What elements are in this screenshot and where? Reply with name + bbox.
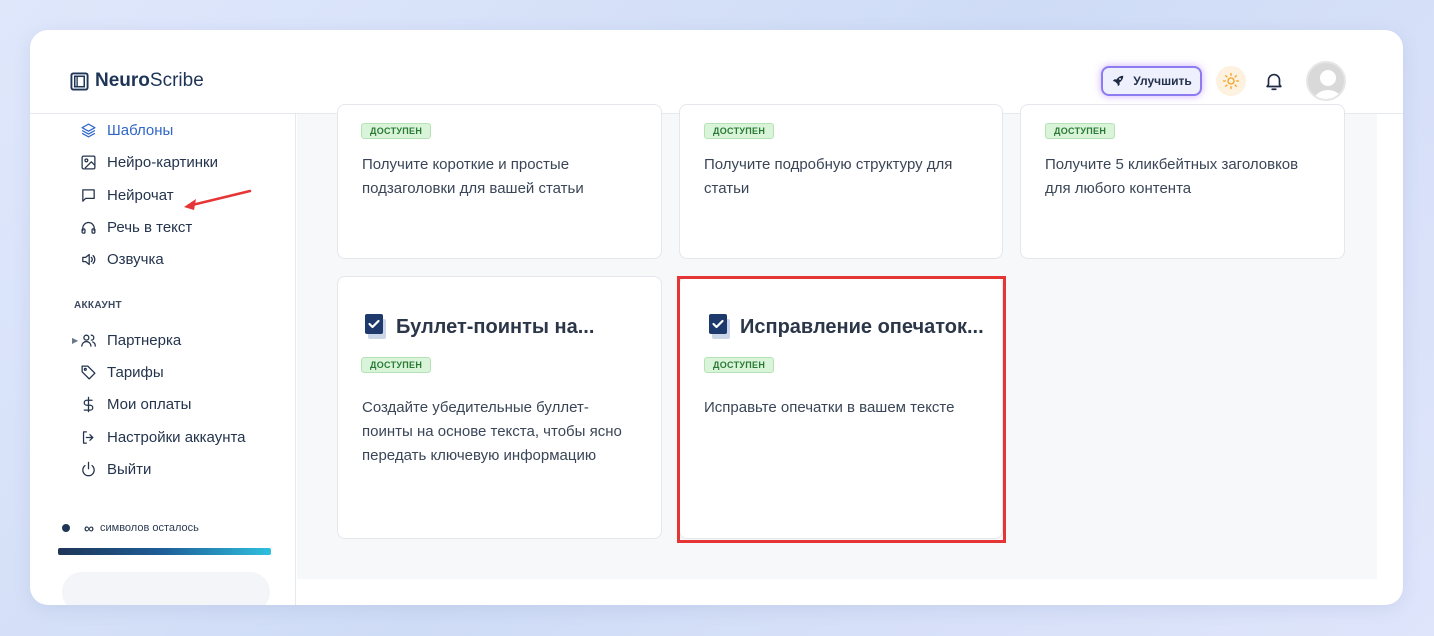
status-badge: ДОСТУПЕН xyxy=(361,123,432,139)
card-description: Получите подробную структуру для статьи xyxy=(704,156,953,197)
logo-icon xyxy=(70,71,89,91)
checkbox-doc-icon xyxy=(709,314,730,339)
card-description: Исправьте опечатки в вашем тексте xyxy=(704,399,955,416)
sidebar-item-tariffs[interactable]: Тарифы xyxy=(80,361,164,383)
upgrade-button[interactable]: Улучшить xyxy=(1101,66,1202,96)
quota-progress-fill xyxy=(58,548,271,555)
card-description: Получите 5 кликбейтных заголовков для лю… xyxy=(1045,156,1299,197)
tag-icon xyxy=(81,364,96,380)
templates-content: ДОСТУПЕН Получите короткие и простые под… xyxy=(297,104,1377,579)
card-title: Исправление опечаток... xyxy=(708,313,984,341)
quota-progress-bar xyxy=(58,548,271,555)
status-badge: ДОСТУПЕН xyxy=(1045,123,1116,139)
sidebar: Шаблоны Нейро-картинки Нейрочат Речь в т… xyxy=(30,114,296,605)
checkbox-doc-icon xyxy=(365,314,386,339)
status-badge: ДОСТУПЕН xyxy=(704,123,775,139)
quota-dot xyxy=(62,524,70,532)
logo-text: NeuroScribe xyxy=(95,70,204,91)
avatar[interactable] xyxy=(1306,61,1346,101)
quota-infinity: ∞ xyxy=(84,520,94,536)
template-card[interactable]: ДОСТУПЕН Получите 5 кликбейтных заголовк… xyxy=(1020,104,1345,259)
account-section-label: АККАУНТ xyxy=(74,300,122,311)
template-card[interactable]: ДОСТУПЕН Получите подробную структуру дл… xyxy=(679,104,1003,259)
dollar-icon xyxy=(83,396,94,412)
sidebar-item-payments[interactable]: Мои оплаты xyxy=(80,393,191,415)
quota-indicator: ∞ символов осталось xyxy=(62,520,199,536)
rocket-icon xyxy=(1113,75,1124,87)
template-card-typo-fix[interactable]: Исправление опечаток... ДОСТУПЕН Исправь… xyxy=(679,276,1003,539)
users-icon xyxy=(81,334,96,347)
sidebar-item-partners[interactable]: Партнерка xyxy=(80,329,181,351)
layers-icon xyxy=(81,122,96,138)
card-title: Буллет-поинты на... xyxy=(364,313,594,341)
sun-icon xyxy=(1222,72,1240,90)
sidebar-item-templates[interactable]: Шаблоны xyxy=(80,119,173,141)
quota-text: символов осталось xyxy=(99,522,199,534)
card-description: Создайте убедительные буллет-поинты на о… xyxy=(362,399,622,464)
app-window: NeuroScribe Улучшить Шаблоны Нейро-карти… xyxy=(30,30,1403,605)
logout-arrow-icon xyxy=(82,430,94,444)
upgrade-label: Улучшить xyxy=(1133,74,1192,88)
sidebar-item-account-settings[interactable]: Настройки аккаунта xyxy=(80,426,246,448)
theme-toggle[interactable] xyxy=(1216,66,1246,96)
card-description: Получите короткие и простые подзаголовки… xyxy=(362,156,584,197)
template-card[interactable]: ДОСТУПЕН Получите короткие и простые под… xyxy=(337,104,662,259)
status-badge: ДОСТУПЕН xyxy=(361,357,432,373)
sidebar-item-speech-to-text[interactable]: Речь в текст xyxy=(80,216,192,238)
logo[interactable]: NeuroScribe xyxy=(70,70,204,92)
user-avatar-icon xyxy=(1314,70,1342,99)
sidebar-bottom-pill[interactable] xyxy=(62,572,270,605)
sidebar-item-voiceover[interactable]: Озвучка xyxy=(80,248,164,270)
status-badge: ДОСТУПЕН xyxy=(704,357,775,373)
power-icon xyxy=(82,461,95,476)
sidebar-item-neurochat[interactable]: Нейрочат xyxy=(80,184,174,206)
expand-caret-icon[interactable]: ▶ xyxy=(72,336,78,345)
template-card-bullet-points[interactable]: Буллет-поинты на... ДОСТУПЕН Создайте уб… xyxy=(337,276,662,539)
chat-icon xyxy=(82,188,95,202)
annotation-arrow xyxy=(184,189,252,210)
headphones-icon xyxy=(81,221,96,234)
sidebar-item-neuro-images[interactable]: Нейро-картинки xyxy=(80,151,218,173)
image-icon xyxy=(81,154,96,170)
bell-icon[interactable] xyxy=(1263,70,1285,92)
top-header: NeuroScribe Улучшить xyxy=(30,30,1403,114)
speaker-icon xyxy=(82,253,96,265)
sidebar-item-logout[interactable]: Выйти xyxy=(80,458,151,480)
